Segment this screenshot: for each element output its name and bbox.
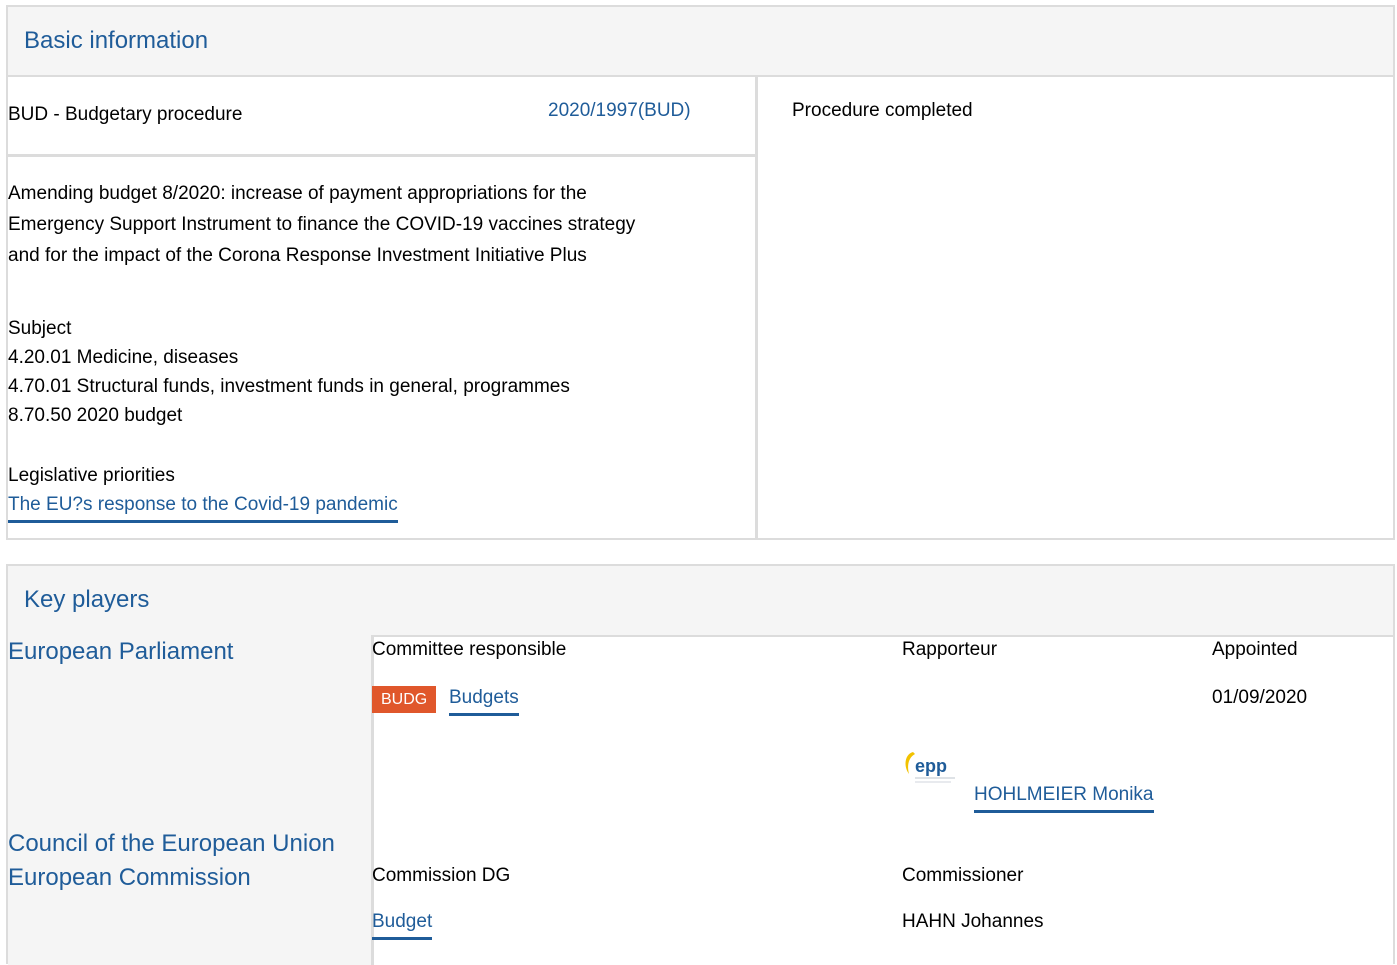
procedure-description: Amending budget 8/2020: increase of paym…: [8, 179, 635, 270]
legislative-priorities-label: Legislative priorities: [8, 465, 175, 486]
column-divider: [755, 75, 758, 540]
description-line: Amending budget 8/2020: increase of paym…: [8, 183, 587, 204]
committee-responsible-header: Committee responsible: [372, 639, 567, 660]
subject-item: 8.70.50 2020 budget: [8, 405, 183, 426]
row-divider: [8, 154, 755, 157]
subject-item: 4.20.01 Medicine, diseases: [8, 347, 239, 368]
key-players-panel: Key players: [6, 564, 1395, 965]
commissioner-name: HAHN Johannes: [902, 911, 1044, 932]
basic-information-title: Basic information: [24, 27, 209, 54]
basic-information-panel: Basic information: [6, 5, 1395, 540]
description-line: Emergency Support Instrument to finance …: [8, 214, 636, 235]
institution-column: [8, 635, 371, 965]
european-parliament-link[interactable]: European Parliament: [8, 638, 233, 666]
commission-dg-header: Commission DG: [372, 865, 511, 886]
subject-item: 4.70.01 Structural funds, investment fun…: [8, 376, 570, 397]
committee-budgets-link[interactable]: Budgets: [449, 683, 519, 716]
subject-label: Subject: [8, 318, 72, 339]
description-line: and for the impact of the Corona Respons…: [8, 245, 587, 266]
key-players-header: Key players: [8, 566, 1393, 637]
appointed-header: Appointed: [1212, 639, 1298, 660]
committee-code-badge: BUDG: [372, 686, 437, 713]
subject-section: Subject 4.20.01 Medicine, diseases 4.70.…: [8, 314, 570, 430]
epp-party-logo: epp: [899, 742, 961, 794]
european-commission-link[interactable]: European Commission: [8, 864, 251, 892]
rapporteur-header: Rapporteur: [902, 639, 998, 660]
commission-dg-budget-link[interactable]: Budget: [372, 907, 433, 940]
appointed-date: 01/09/2020: [1212, 687, 1308, 708]
commissioner-header: Commissioner: [902, 865, 1024, 886]
legislative-priority-link[interactable]: The EU?s response to the Covid-19 pandem…: [8, 490, 398, 523]
procedure-reference-link[interactable]: 2020/1997(BUD): [548, 96, 691, 125]
procedure-status: Procedure completed: [792, 100, 973, 121]
council-link[interactable]: Council of the European Union: [8, 830, 335, 858]
svg-text:epp: epp: [915, 756, 947, 776]
procedure-type: BUD - Budgetary procedure: [8, 104, 243, 125]
basic-information-header: Basic information: [8, 7, 1393, 77]
key-players-title: Key players: [24, 586, 150, 613]
rapporteur-link[interactable]: HOHLMEIER Monika: [974, 780, 1154, 813]
